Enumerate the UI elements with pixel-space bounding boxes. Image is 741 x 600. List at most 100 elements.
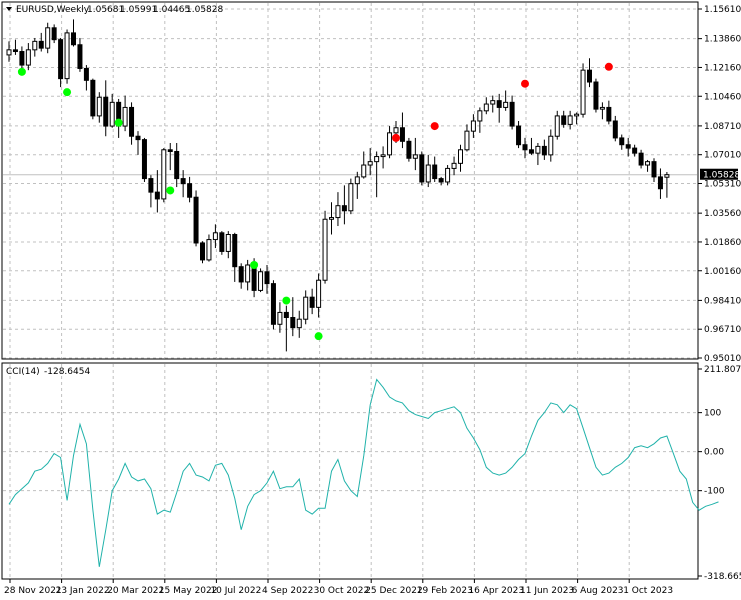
candle-body-bull	[335, 205, 341, 219]
sell-signal-dot	[521, 79, 529, 88]
cci-tick-label: 0.00	[704, 448, 724, 458]
candle	[406, 137, 412, 162]
candle	[258, 268, 264, 293]
price-panel[interactable]: 1.15610 1.13860 1.12160 1.10460 1.08710 1.070…	[1, 1, 741, 364]
candle-body-bear	[148, 178, 154, 193]
candle-body-bear	[83, 67, 89, 81]
time-tick-label: 19 Feb 2023	[417, 586, 473, 596]
cci-tick-label: 100	[704, 409, 721, 419]
candle-body-bear	[528, 149, 534, 154]
candle-body-bull	[458, 149, 463, 164]
cci-indicator-value: -128.6454	[44, 367, 90, 377]
candle-body-bear	[541, 145, 547, 156]
candle-body-bull	[258, 271, 264, 291]
candle-body-bear	[135, 135, 141, 141]
candle-body-bear	[341, 205, 347, 212]
candle-body-bear	[406, 140, 412, 159]
candle-body-bull	[96, 96, 102, 117]
candle-body-bull	[329, 217, 334, 220]
current-price-tag: 1.05828	[700, 168, 740, 181]
candle-body-bear	[58, 39, 64, 80]
candle	[161, 148, 167, 203]
candle-body-bull	[122, 106, 128, 127]
candle-body-bear	[651, 161, 657, 178]
candle	[580, 63, 586, 118]
buy-signal-dot	[282, 296, 291, 305]
candle-body-bull	[470, 120, 476, 132]
candle-body-bear	[200, 242, 205, 261]
candle-body-bull	[32, 40, 38, 51]
buy-signal-dot	[63, 88, 72, 97]
candle	[64, 29, 70, 84]
candle-body-bull	[554, 115, 560, 137]
time-tick-label: 4 Sep 2022	[262, 586, 313, 596]
candle-body-bear	[12, 49, 18, 53]
candle-body-bull	[64, 32, 70, 80]
candle-body-bear	[174, 150, 180, 180]
candle-body-bear	[561, 115, 567, 125]
candle	[419, 151, 425, 186]
candle-body-bear	[438, 178, 444, 183]
candle-body-bull	[361, 164, 367, 178]
chart-window: 1.15610 1.13860 1.12160 1.10460 1.08710 1.070…	[0, 0, 741, 600]
candle-body-bull	[483, 103, 489, 112]
candle-body-bear	[587, 69, 592, 83]
cci-tick-label: -100	[704, 487, 725, 497]
candle-body-bear	[606, 106, 612, 122]
candle-body-bear	[129, 106, 135, 137]
candle-body-bear	[419, 154, 425, 183]
candle-body-bull	[206, 239, 212, 261]
candle-body-bear	[38, 40, 44, 49]
price-tick-label: 1.08710	[704, 122, 741, 132]
candle-body-bull	[580, 69, 586, 115]
price-panel-frame	[1, 1, 699, 360]
candle-body-bull	[277, 311, 283, 325]
candle-body-bear	[180, 178, 186, 185]
candle-body-bear	[238, 266, 244, 283]
candle-body-bull	[535, 145, 541, 154]
time-tick-label: 30 Oct 2022	[314, 586, 370, 596]
candle-body-bear	[90, 79, 96, 117]
candle	[90, 78, 96, 120]
sell-signal-dot	[430, 122, 439, 131]
candle-body-bull	[303, 296, 309, 320]
candle-body-bear	[232, 233, 238, 268]
candle-body-bear	[141, 139, 147, 180]
candle	[348, 178, 354, 215]
price-tick-label: 1.03560	[704, 209, 741, 219]
candle-body-bear	[187, 183, 193, 198]
candle-body-bull	[322, 218, 328, 281]
candle-body-bear	[71, 32, 76, 46]
candle-body-bear	[399, 127, 405, 142]
candle-body-bull	[387, 132, 393, 156]
candle-body-bull	[599, 106, 605, 110]
candle-body-bull	[548, 135, 554, 156]
candle-body-bear	[516, 125, 522, 146]
sell-signal-dot	[392, 133, 400, 142]
candle-body-bear	[496, 100, 502, 108]
time-tick-label: 15 May 2022	[159, 586, 218, 596]
cci-panel[interactable]: 211.8076 100 0.00 -100 -318.6657 CCI(14) -12…	[1, 362, 741, 582]
candle-body-bull	[367, 161, 373, 166]
candle-body-bear	[509, 101, 515, 127]
candle-body-bear	[593, 81, 599, 110]
candle-body-bull	[445, 167, 451, 183]
close-value: 1.05828	[186, 5, 223, 15]
candle-body-bear	[51, 27, 57, 41]
candle-body-bull	[316, 279, 322, 308]
price-tick-label: 0.95010	[704, 354, 741, 364]
candle-body-bear	[522, 144, 528, 151]
price-tick-label: 1.05310	[704, 180, 741, 190]
time-tick-label: 28 Nov 2021	[4, 586, 62, 596]
buy-signal-dot	[166, 186, 175, 195]
cci-tick-label: 211.8076	[704, 365, 741, 375]
time-tick-label: 20 Mar 2022	[107, 586, 164, 596]
candle-body-bear	[632, 147, 638, 154]
candle	[200, 241, 205, 264]
candle-body-bear	[283, 311, 289, 319]
candle-body-bull	[225, 233, 231, 252]
candle-body-bull	[425, 164, 431, 183]
candle-body-bear	[77, 44, 83, 69]
candle-body-bear	[657, 176, 663, 190]
price-tick-label: 1.12160	[704, 63, 741, 73]
